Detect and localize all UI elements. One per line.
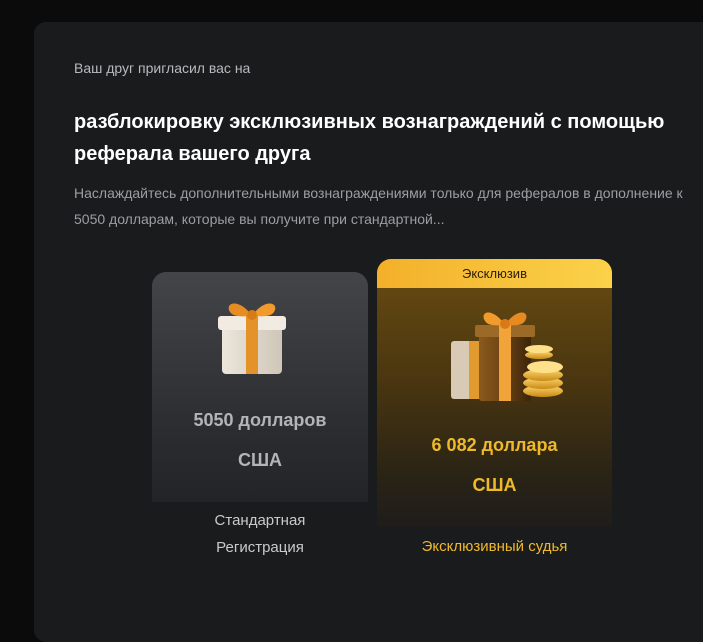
exclusive-tier-label: Эксклюзивный судья: [421, 538, 568, 555]
invite-description: Наслаждайтесь дополнительными вознагражд…: [74, 185, 683, 227]
invite-subtitle: Ваш друг пригласил вас на: [74, 60, 251, 76]
standard-label-line2: Регистрация: [216, 539, 304, 556]
standard-tier-label: Стандартная Регистрация: [152, 507, 368, 561]
exclusive-amount-value: 6 082 доллара: [431, 435, 558, 455]
exclusive-amount-currency: США: [472, 475, 517, 495]
gift-box-icon: [218, 303, 286, 374]
exclusive-amount: 6 082 доллара США: [377, 425, 612, 505]
standard-amount-currency: США: [237, 450, 283, 470]
standard-tier-card[interactable]: 5050 долларов США: [152, 272, 368, 502]
exclusive-tier-card[interactable]: Эксклюзив 6 082 доллара США: [377, 259, 612, 527]
invite-title: разблокировку эксклюзивных вознаграждени…: [74, 111, 665, 165]
standard-label-line1: Стандартная: [214, 512, 306, 529]
standard-amount-value: 5050 долларов: [193, 410, 327, 430]
gift-with-coins-icon: [451, 312, 563, 401]
exclusive-badge: Эксклюзив: [377, 259, 612, 288]
standard-amount: 5050 долларов США: [152, 400, 368, 480]
